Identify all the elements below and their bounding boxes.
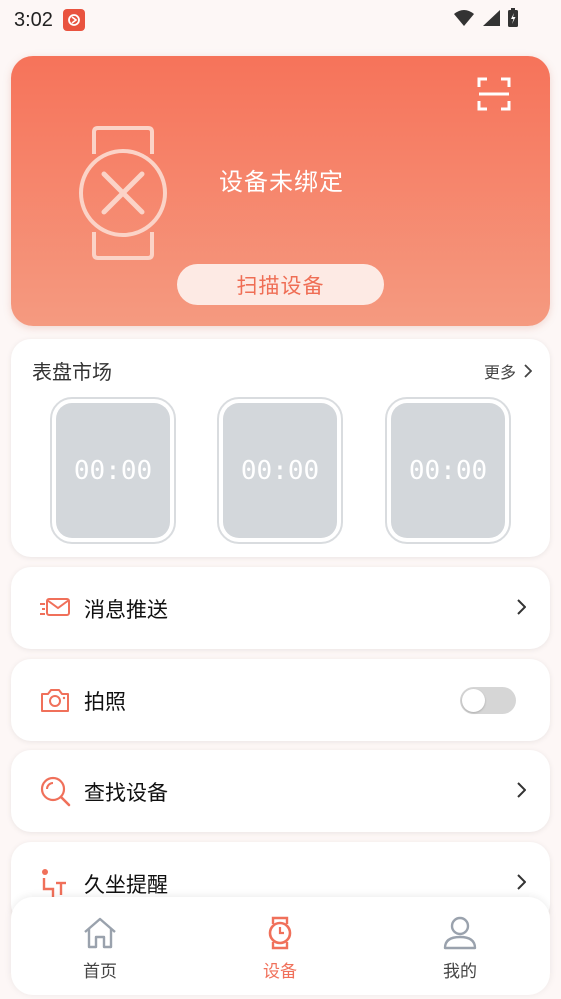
chevron-right-icon (517, 599, 526, 615)
battery-icon (508, 8, 518, 27)
feature-find-device[interactable]: 查找设备 (11, 750, 550, 832)
dial-market-card: 表盘市场 更多 00:00 00:00 00:00 (11, 339, 550, 557)
chevron-right-icon (517, 782, 526, 798)
watch-icon (268, 916, 292, 950)
feature-label: 久坐提醒 (84, 873, 168, 897)
dial-face-time: 00:00 (56, 403, 170, 538)
feature-camera: 拍照 (11, 659, 550, 741)
camera-icon (41, 689, 69, 712)
wifi-icon (454, 10, 474, 26)
camera-toggle[interactable] (460, 687, 516, 714)
chevron-right-icon (517, 874, 526, 890)
dial-market-title: 表盘市场 (32, 360, 112, 384)
nav-tab-profile[interactable]: 我的 (420, 915, 500, 982)
bottom-navigation: 首页 设备 我的 (11, 897, 550, 995)
device-header-card: 设备未绑定 扫描设备 (11, 56, 550, 326)
qr-scan-icon[interactable] (476, 76, 512, 112)
dial-market-more-link[interactable]: 更多 (484, 359, 532, 383)
scan-device-button[interactable]: 扫描设备 (177, 264, 384, 305)
status-icons (453, 8, 519, 28)
feature-message-push[interactable]: 消息推送 (11, 567, 550, 649)
more-label: 更多 (483, 363, 516, 382)
dial-face-time: 00:00 (391, 403, 505, 538)
sedentary-icon (42, 869, 66, 897)
feature-label: 查找设备 (84, 781, 168, 805)
signal-icon (483, 10, 500, 26)
profile-icon (443, 916, 477, 950)
feature-label: 消息推送 (84, 598, 168, 622)
device-status-text: 设备未绑定 (219, 168, 344, 196)
feature-label: 拍照 (84, 690, 126, 714)
home-icon (84, 917, 116, 949)
dial-item[interactable]: 00:00 (217, 397, 343, 544)
toggle-knob (462, 689, 485, 712)
app-notification-icon (62, 9, 85, 31)
status-bar: 3:02 (0, 0, 561, 40)
message-icon (40, 598, 70, 616)
chevron-right-icon (524, 364, 532, 378)
nav-label: 首页 (83, 962, 117, 982)
dial-face-time: 00:00 (223, 403, 337, 538)
dial-item[interactable]: 00:00 (50, 397, 176, 544)
dial-item[interactable]: 00:00 (385, 397, 511, 544)
nav-tab-home[interactable]: 首页 (60, 915, 140, 982)
watch-unbound-icon (79, 126, 167, 260)
nav-label: 我的 (443, 962, 477, 982)
nav-tab-device[interactable]: 设备 (240, 915, 320, 982)
nav-label: 设备 (263, 962, 297, 982)
search-icon (40, 776, 71, 807)
status-time: 3:02 (14, 8, 53, 31)
